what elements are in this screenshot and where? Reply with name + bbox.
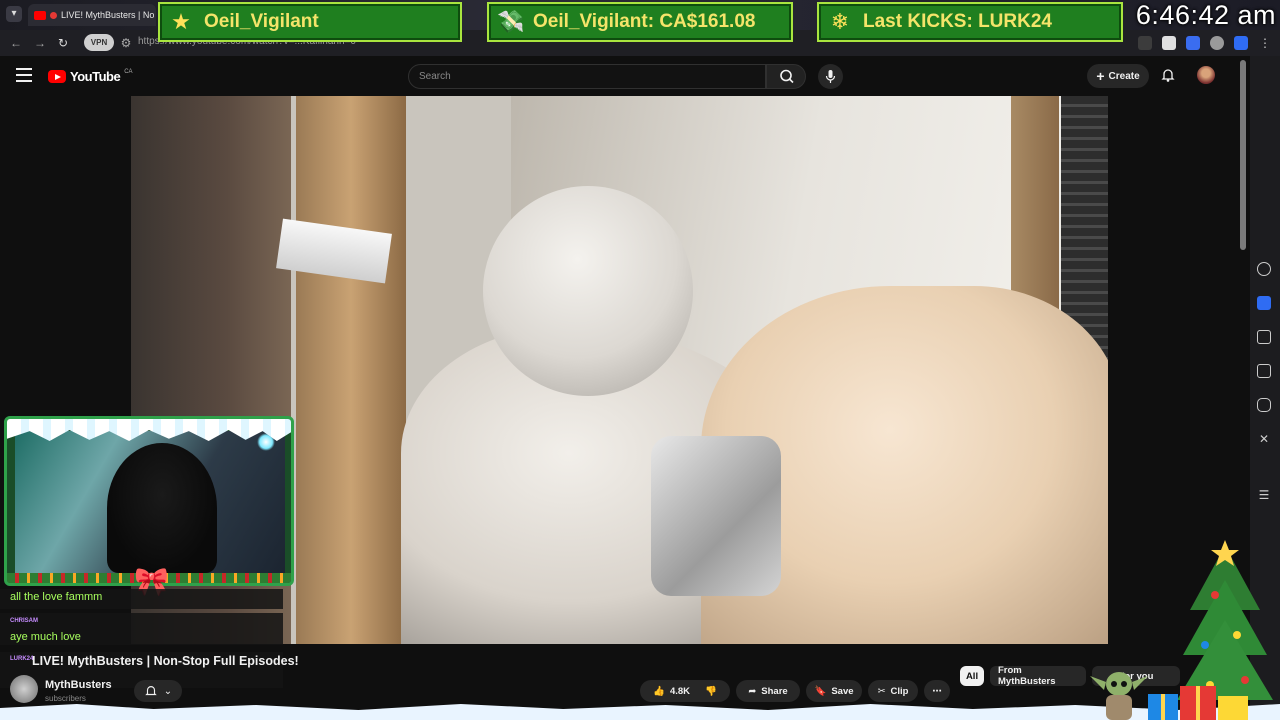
clip-label: Clip <box>890 685 909 697</box>
reload-icon[interactable]: ↻ <box>55 35 71 51</box>
more-horizontal-icon: ⋯ <box>932 685 942 697</box>
like-dislike-group[interactable]: 👍 4.8K 👎 <box>640 680 730 702</box>
copilot-icon[interactable] <box>1257 296 1271 310</box>
alert-kicks: ❄ Last KICKS: LURK24 <box>817 2 1123 42</box>
star-icon: ★ <box>171 9 191 34</box>
webcam-person <box>107 443 217 573</box>
channel-avatar[interactable] <box>10 675 38 703</box>
notes-icon[interactable] <box>1257 364 1271 378</box>
account-avatar[interactable] <box>1197 66 1215 84</box>
thumbs-up-icon[interactable]: 👍 <box>653 686 665 697</box>
chip-all[interactable]: All <box>960 666 984 686</box>
profile-icon[interactable] <box>1210 36 1224 50</box>
video-frame-wood-post <box>296 96 406 644</box>
clip-button[interactable]: ✂ Clip <box>868 680 918 702</box>
sidebar-toggle-icon[interactable] <box>1186 36 1200 50</box>
office-icon[interactable] <box>1257 330 1271 344</box>
search-input[interactable]: Search <box>408 64 766 89</box>
snow-decoration <box>0 704 1280 720</box>
money-icon: 💸 <box>497 9 525 34</box>
stream-clock: 6:46:42 am <box>1135 0 1276 30</box>
page-scrollbar[interactable] <box>1240 60 1246 250</box>
search-button[interactable] <box>766 64 806 89</box>
create-button[interactable]: + Create <box>1087 64 1149 88</box>
microphone-icon <box>825 70 836 83</box>
video-title: LIVE! MythBusters | Non-Stop Full Episod… <box>32 654 299 668</box>
games-icon[interactable] <box>1257 398 1271 412</box>
extension-icons: ⋮ <box>1138 30 1272 56</box>
shield-icon[interactable] <box>1234 36 1248 50</box>
voice-search-button[interactable] <box>818 64 843 89</box>
channel-name[interactable]: MythBusters <box>45 679 112 691</box>
browser-tab-active[interactable]: LIVE! MythBusters | No <box>28 4 156 26</box>
like-count: 4.8K <box>669 685 691 697</box>
gift-boxes-icon <box>1148 686 1248 720</box>
youtube-wordmark: YouTube <box>70 69 121 84</box>
youtube-logo[interactable]: YouTube CA <box>48 69 133 84</box>
tab-title: LIVE! MythBusters | No <box>61 10 155 20</box>
share-button[interactable]: ➦ Share <box>736 680 800 702</box>
search-icon <box>780 69 794 84</box>
bell-icon <box>145 686 157 696</box>
more-menu-icon[interactable]: ⋮ <box>1258 36 1272 50</box>
chip-from-channel[interactable]: From MythBusters <box>990 665 1086 687</box>
scissors-icon: ✂ <box>877 685 886 697</box>
search-icon[interactable] <box>1257 262 1271 276</box>
youtube-favicon-icon <box>34 10 46 20</box>
chat-username: CHRISAM <box>10 618 38 624</box>
menu-icon[interactable] <box>16 68 32 82</box>
bookmark-icon: 🔖 <box>814 685 827 697</box>
extension-icon[interactable] <box>1138 36 1152 50</box>
more-actions-button[interactable]: ⋯ <box>924 680 950 702</box>
youtube-header: YouTube CA Search + Create <box>0 56 1238 96</box>
notifications-icon[interactable] <box>1160 67 1176 83</box>
alert-follower: ★ Oeil_Vigilant <box>158 2 462 42</box>
subscription-bell-button[interactable]: ⌄ <box>134 680 182 702</box>
save-label: Save <box>831 685 854 697</box>
forward-arrow-icon[interactable]: → <box>32 35 48 51</box>
create-label: Create <box>1108 70 1140 82</box>
vpn-toggle[interactable]: VPN <box>84 34 114 51</box>
chat-message: CHRISAM aye much love <box>0 613 283 645</box>
thumbs-down-icon[interactable]: 👎 <box>705 686 717 697</box>
alert-donation: 💸 Oeil_Vigilant: CA$161.08 <box>487 2 793 42</box>
alert-text: Oeil_Vigilant: CA$161.08 <box>533 11 756 32</box>
alert-text: Last KICKS: LURK24 <box>863 11 1052 32</box>
customize-icon[interactable]: ☰ <box>1257 488 1271 502</box>
plus-icon: + <box>1096 68 1105 84</box>
chat-message-text: all the love fammm <box>10 591 103 603</box>
baby-yoda-icon <box>1090 672 1148 720</box>
alert-text: Oeil_Vigilant <box>204 11 319 32</box>
streamer-webcam <box>4 416 294 586</box>
tab-list-button[interactable]: ▾ <box>6 6 22 22</box>
youtube-play-icon <box>48 70 66 83</box>
save-button[interactable]: 🔖 Save <box>806 680 862 702</box>
puzzle-icon[interactable] <box>1162 36 1176 50</box>
video-frame-metal-joint <box>651 436 781 596</box>
share-icon: ➦ <box>748 685 757 697</box>
tools-icon[interactable]: ✕ <box>1257 432 1271 446</box>
back-arrow-icon[interactable]: ← <box>8 35 24 51</box>
snowflake-icon: ❄ <box>830 9 850 34</box>
chat-message: all the love fammm <box>0 589 283 609</box>
video-frame-dummy-head <box>483 186 693 396</box>
chevron-down-icon: ⌄ <box>163 685 173 697</box>
chat-message-text: aye much love <box>10 631 81 643</box>
site-settings-icon[interactable]: ⚙ <box>118 35 134 51</box>
share-label: Share <box>761 685 788 697</box>
subscriber-count: subscribers <box>45 694 86 703</box>
country-code: CA <box>124 68 133 75</box>
recording-dot-icon <box>50 11 57 19</box>
